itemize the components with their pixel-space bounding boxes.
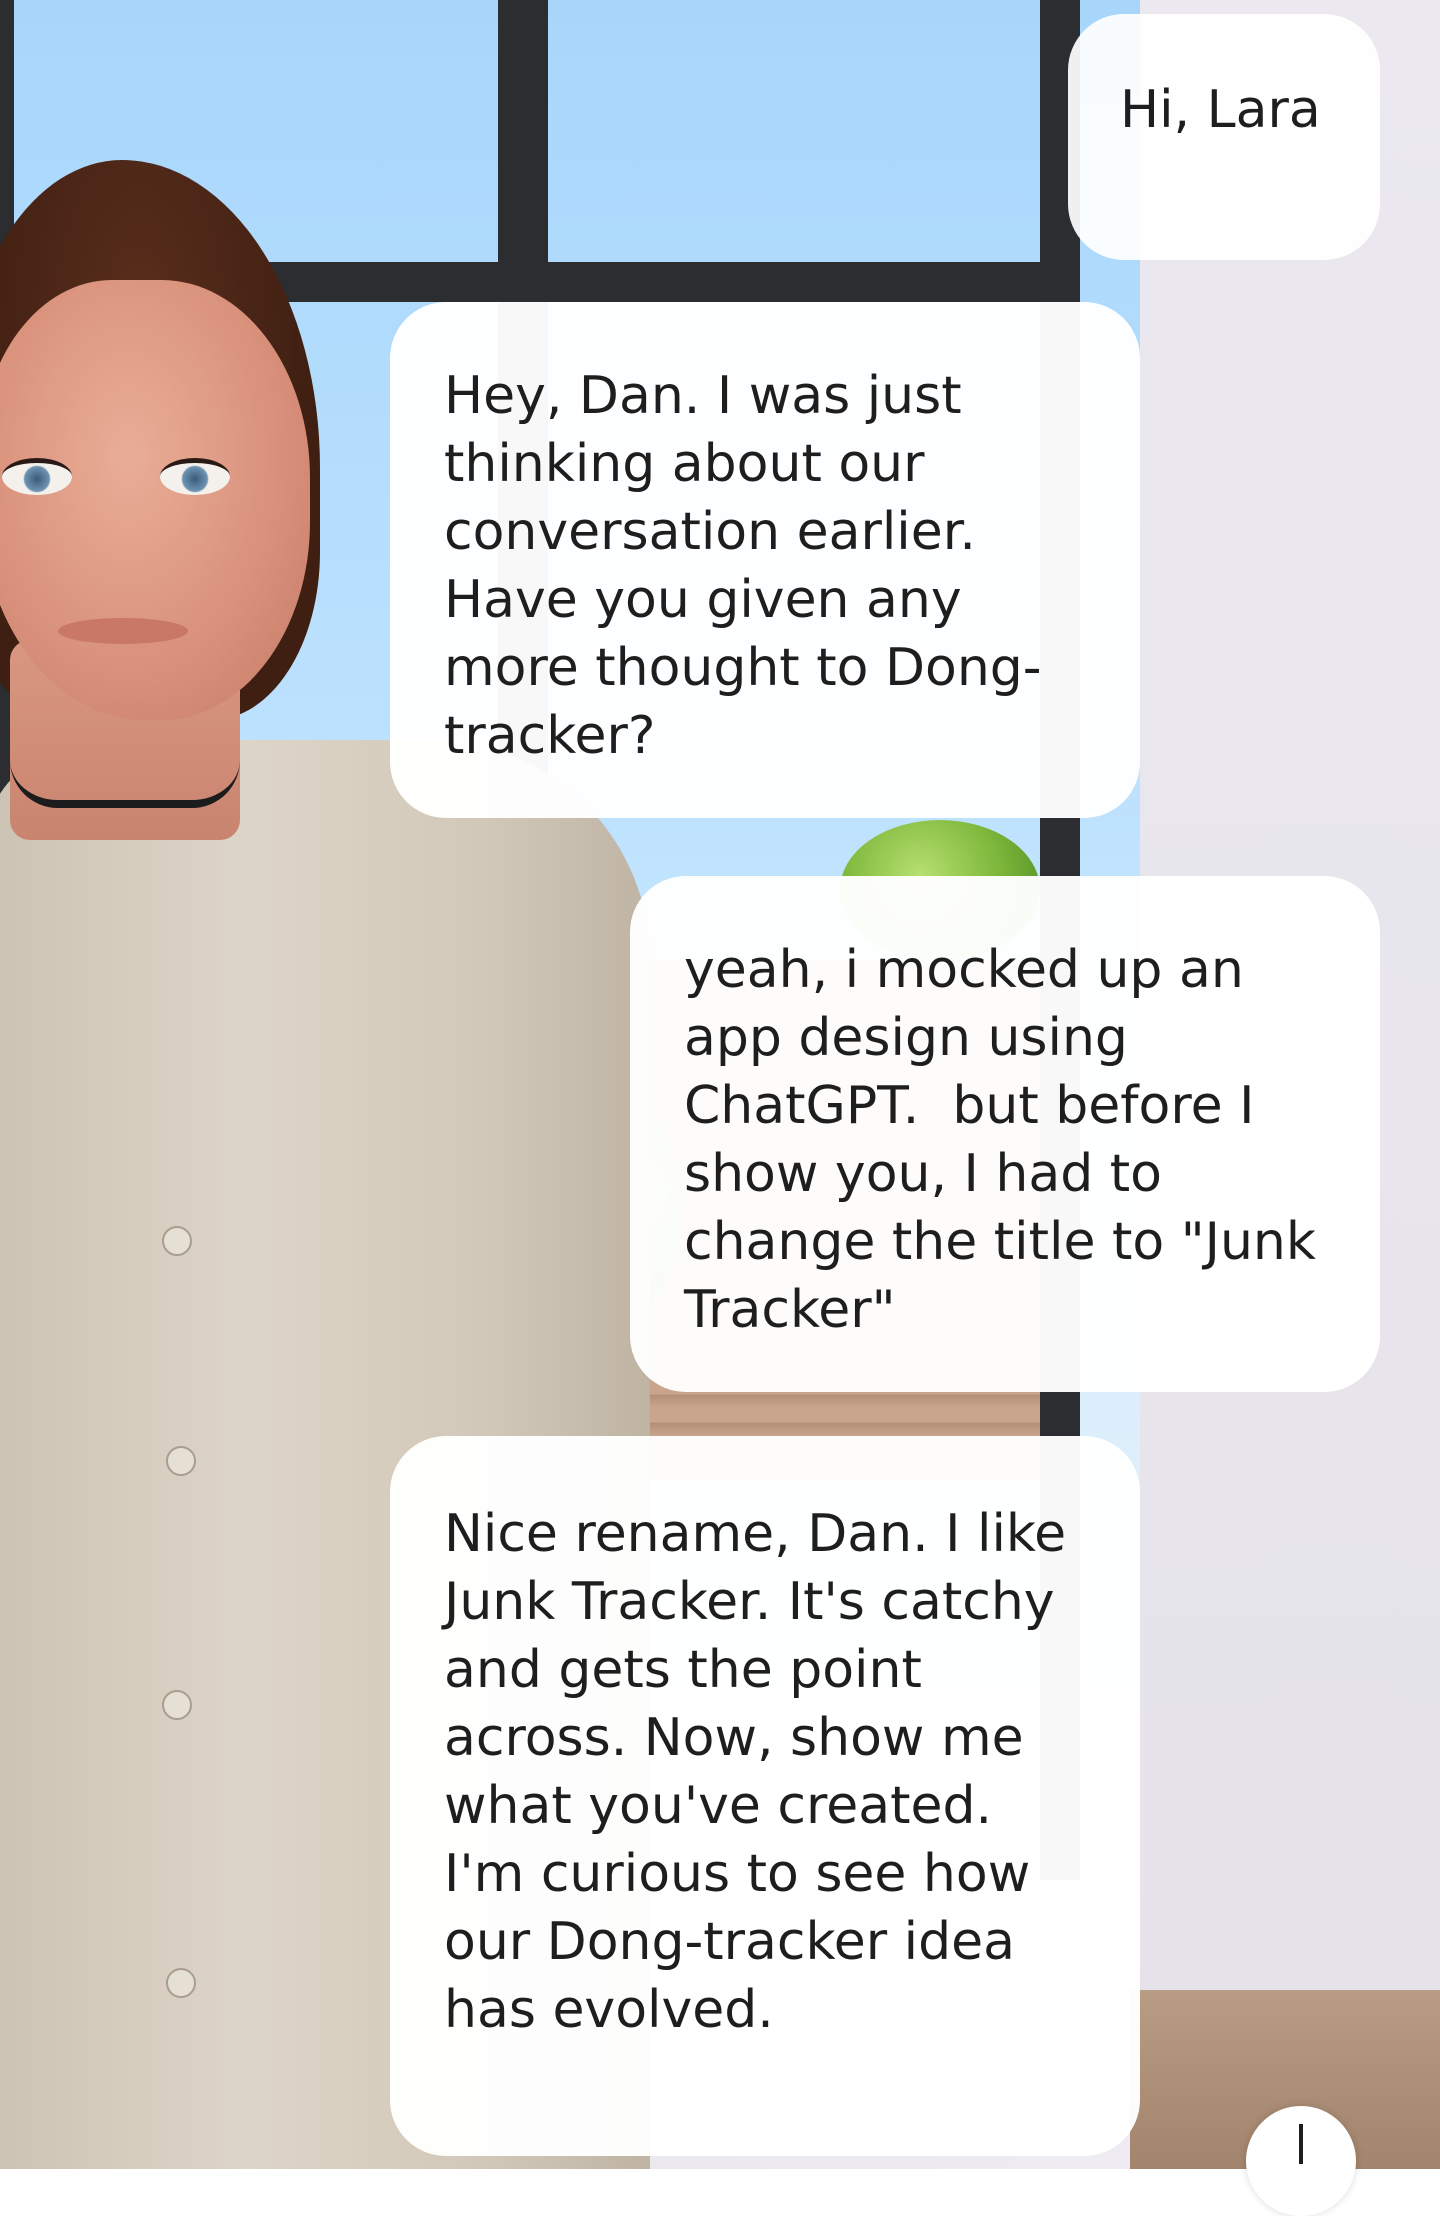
arrow-down-icon <box>1299 2124 1303 2164</box>
user-message: Hi, Lara <box>1068 14 1380 260</box>
ai-message: Hey, Dan. I was just thinking about our … <box>390 302 1140 818</box>
ai-message: Nice rename, Dan. I like Junk Tracker. I… <box>390 1436 1140 2156</box>
chat-thread[interactable]: Hi, Lara Hey, Dan. I was just thinking a… <box>0 0 1440 2216</box>
scroll-to-bottom-button[interactable] <box>1246 2106 1356 2216</box>
user-message: yeah, i mocked up an app design using Ch… <box>630 876 1380 1392</box>
